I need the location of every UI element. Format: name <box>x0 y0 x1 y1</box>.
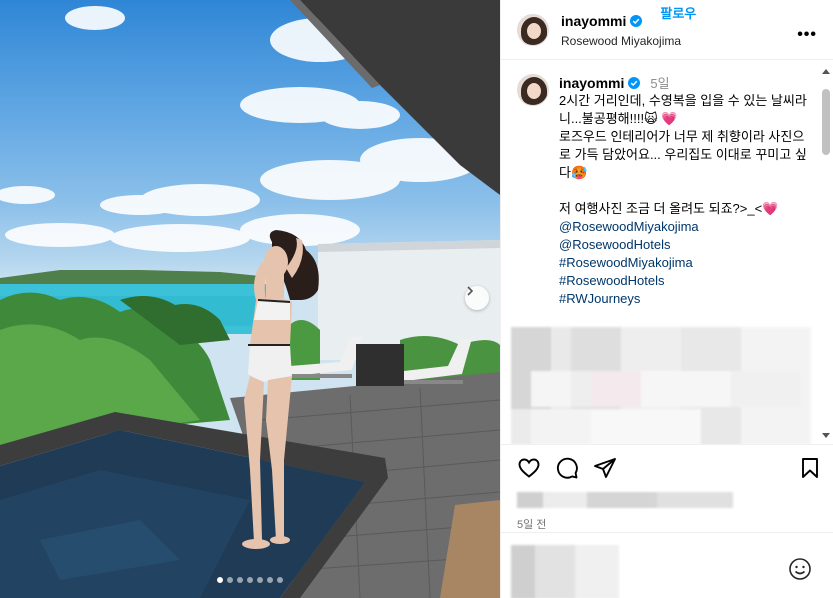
carousel-dot <box>237 577 243 583</box>
avatar[interactable] <box>517 74 549 106</box>
carousel-indicator <box>0 577 500 583</box>
emoji-icon[interactable] <box>788 557 812 586</box>
more-icon[interactable]: ••• <box>797 26 817 44</box>
caption-text: 2시간 거리인데, 수영복을 입을 수 있는 날씨라니...불공평해!!!!🙀 … <box>559 93 807 216</box>
blurred-comment-preview <box>511 545 619 598</box>
carousel-dot <box>267 577 273 583</box>
post-date[interactable]: 5일 전 <box>517 516 820 532</box>
carousel-dot <box>247 577 253 583</box>
mention-link[interactable]: @RosewoodMiyakojima <box>559 218 809 236</box>
add-comment-section <box>501 532 833 598</box>
comment-icon[interactable] <box>555 456 579 480</box>
location-link[interactable]: Rosewood Miyakojima <box>561 34 819 48</box>
caption: inayommi 5일 2시간 거리인데, 수영복을 입을 수 있는 날씨라니.… <box>501 61 833 308</box>
post-photo[interactable] <box>0 0 500 598</box>
post-modal: inayommi 팔로우 Rosewood Miyakojima ••• ina… <box>0 0 833 598</box>
scrollbar-thumb[interactable] <box>822 89 830 155</box>
scroll-down-arrow-icon[interactable] <box>822 433 830 438</box>
verified-badge-icon <box>628 76 641 89</box>
heart-icon[interactable] <box>517 456 541 480</box>
avatar[interactable] <box>517 13 549 46</box>
caption-username[interactable]: inayommi <box>559 75 624 91</box>
blurred-comments <box>511 327 811 444</box>
hashtag-link[interactable]: #RWJourneys <box>559 290 809 308</box>
comments-scrollbar[interactable] <box>819 61 833 444</box>
bookmark-icon[interactable] <box>800 457 820 479</box>
photo-scene <box>0 0 500 598</box>
carousel-dot <box>217 577 223 583</box>
share-icon[interactable] <box>593 456 617 480</box>
caption-time[interactable]: 5일 <box>650 73 669 92</box>
likes-count-blurred <box>517 492 733 508</box>
next-slide-button[interactable] <box>465 286 489 310</box>
carousel-dot <box>277 577 283 583</box>
comments-section: inayommi 5일 2시간 거리인데, 수영복을 입을 수 있는 날씨라니.… <box>501 61 833 444</box>
verified-badge-icon <box>630 15 643 27</box>
follow-button[interactable]: 팔로우 <box>660 3 696 22</box>
post-header: inayommi 팔로우 Rosewood Miyakojima ••• <box>501 0 833 60</box>
scroll-up-arrow-icon[interactable] <box>822 69 830 74</box>
mention-link[interactable]: @RosewoodHotels <box>559 236 809 254</box>
chevron-right-icon <box>467 286 474 296</box>
hashtag-link[interactable]: #RosewoodHotels <box>559 272 809 290</box>
post-panel: inayommi 팔로우 Rosewood Miyakojima ••• ina… <box>500 0 833 598</box>
carousel-dot <box>257 577 263 583</box>
post-actions: 5일 전 <box>501 444 833 532</box>
hashtag-link[interactable]: #RosewoodMiyakojima <box>559 254 809 272</box>
carousel-dot <box>227 577 233 583</box>
author-username[interactable]: inayommi <box>561 13 626 29</box>
